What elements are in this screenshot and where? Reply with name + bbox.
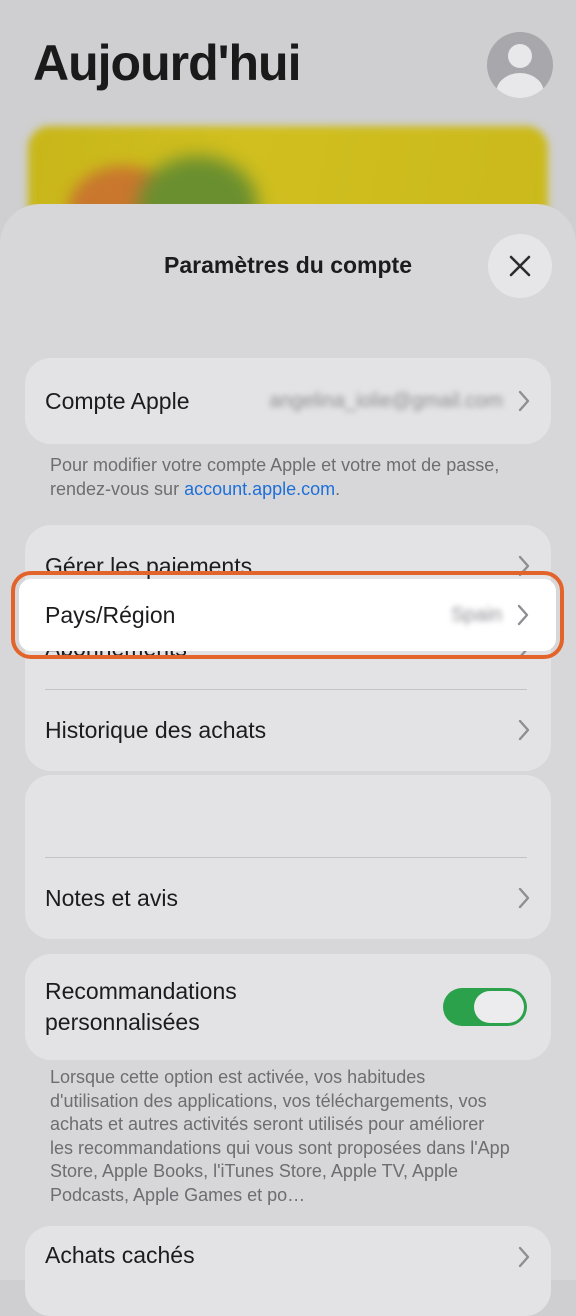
country-row-placeholder: [25, 775, 551, 857]
close-icon: [509, 255, 531, 277]
account-apple-link[interactable]: account.apple.com: [184, 479, 335, 499]
person-head-shape: [508, 44, 532, 68]
close-button[interactable]: [488, 234, 552, 298]
country-region-row[interactable]: Pays/Région Spain: [19, 579, 556, 651]
country-region-label: Pays/Région: [45, 601, 176, 628]
toggle-knob: [474, 991, 524, 1023]
hidden-purchases-label: Achats cachés: [45, 1242, 195, 1268]
ratings-label: Notes et avis: [45, 884, 178, 911]
region-group: Notes et avis: [25, 775, 551, 939]
recommendations-label: Recommandations personnalisées: [45, 978, 237, 1035]
person-torso-shape: [496, 73, 544, 98]
apple-account-note: Pour modifier votre compte Apple et votr…: [50, 454, 520, 501]
page-title: Aujourd'hui: [33, 35, 301, 91]
ratings-row[interactable]: Notes et avis: [25, 857, 551, 939]
recommendations-group: Recommandations personnalisées: [25, 954, 551, 1060]
recommendations-toggle[interactable]: [443, 988, 527, 1026]
country-region-value: Spain: [450, 603, 502, 626]
recommendations-note: Lorsque cette option est activée, vos ha…: [50, 1067, 510, 1205]
purchase-history-row[interactable]: Historique des achats: [25, 689, 551, 771]
apple-account-group: Compte Apple angelina_iolie@gmail.com: [25, 358, 551, 444]
chevron-right-icon: [518, 1246, 530, 1268]
chevron-right-icon: [518, 390, 530, 412]
recommendations-row: Recommandations personnalisées: [25, 954, 551, 1060]
apple-account-label: Compte Apple: [45, 387, 190, 414]
hidden-purchases-row[interactable]: Achats cachés: [25, 1226, 551, 1316]
apple-account-row[interactable]: Compte Apple angelina_iolie@gmail.com: [25, 358, 551, 444]
apple-account-note-suffix: .: [335, 478, 341, 499]
chevron-right-icon: [518, 719, 530, 741]
apple-account-email: angelina_iolie@gmail.com: [269, 389, 503, 412]
chevron-right-icon: [518, 887, 530, 909]
chevron-right-icon: [517, 604, 529, 626]
purchase-history-label: Historique des achats: [45, 716, 267, 743]
hidden-purchases-group: Achats cachés: [25, 1226, 551, 1316]
avatar[interactable]: [487, 32, 553, 98]
